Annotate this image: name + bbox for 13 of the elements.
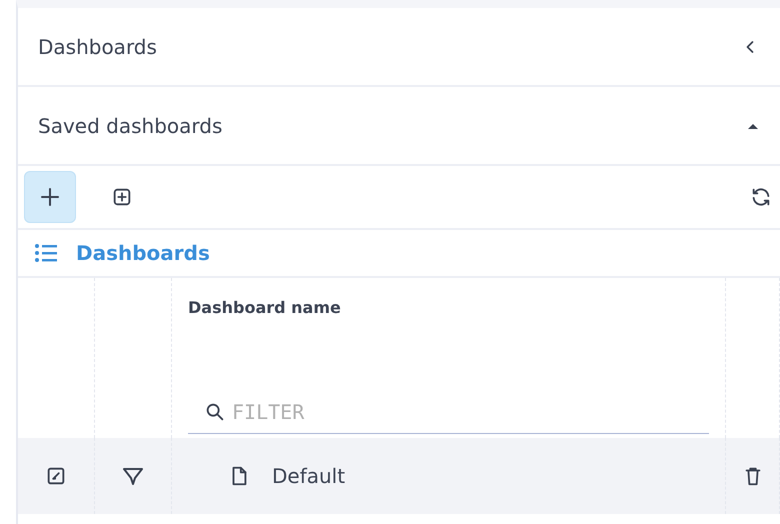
section-title[interactable]: Saved dashboards	[38, 114, 222, 138]
column-header[interactable]: Dashboard name	[188, 298, 709, 317]
add-box-icon	[111, 186, 133, 208]
search-icon	[204, 401, 226, 423]
section-title[interactable]: Dashboards	[38, 34, 157, 58]
refresh-icon[interactable]	[750, 186, 772, 208]
filter-field[interactable]: FILTER	[188, 390, 709, 434]
plus-icon	[38, 185, 62, 209]
add-button[interactable]	[24, 171, 76, 223]
list-title: Dashboards	[76, 241, 210, 265]
dashboard-name: Default	[272, 464, 346, 488]
edit-icon[interactable]	[45, 465, 67, 487]
list-icon	[34, 243, 58, 263]
